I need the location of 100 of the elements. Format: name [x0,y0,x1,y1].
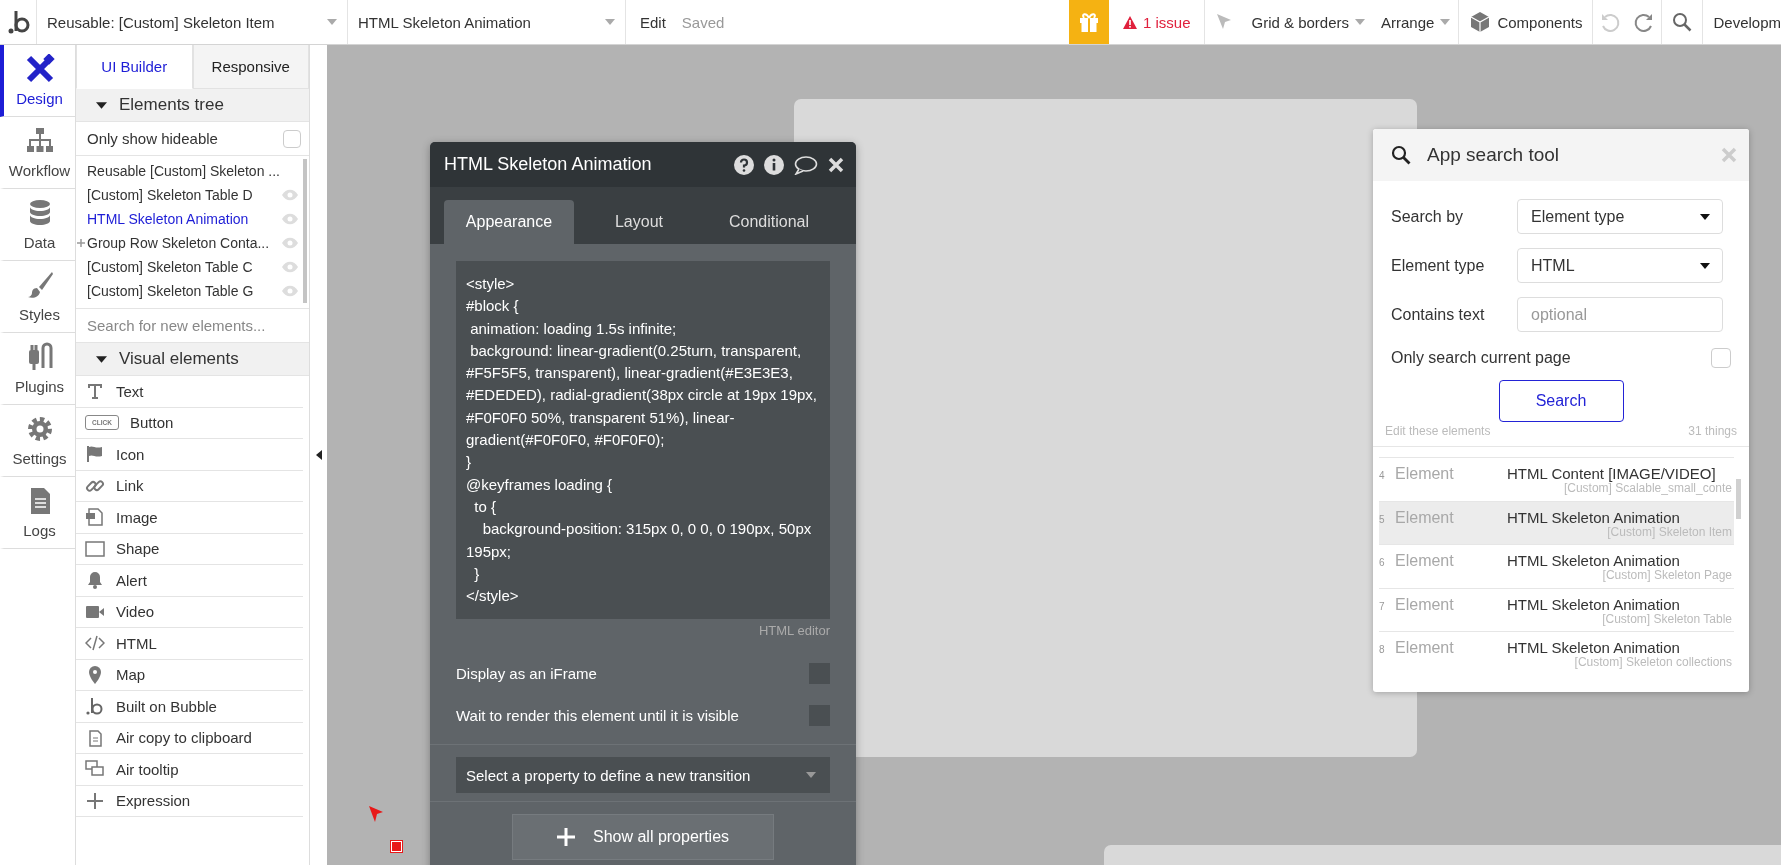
results-count: 31 things [1688,424,1737,438]
element-item[interactable]: Link [76,470,303,502]
components-button[interactable]: Components [1458,0,1593,44]
transition-dropdown[interactable]: Select a property to define a new transition [456,757,830,794]
element-item[interactable]: Air tooltip [76,754,303,786]
result-row[interactable]: 4 Element HTML Content [IMAGE/VIDEO] [Custom] Scalable_small_conte [1379,457,1734,501]
issues-link[interactable]: 1 issue [1108,0,1205,44]
element-item[interactable]: Image [76,502,303,534]
saved-status: Saved [681,13,725,31]
section-header: Elements tree [119,95,224,115]
result-row[interactable]: 6 Element HTML Skeleton Animation [Custom] Skeleton Page [1379,544,1734,588]
field-label: Element type [1391,256,1486,275]
caret-icon [1440,19,1451,25]
result-type: Element [1395,595,1455,614]
eye-icon [281,285,299,297]
logo-icon [85,696,105,717]
result-row[interactable]: 7 Element HTML Skeleton Animation [Custom] Skeleton Table [1379,587,1734,631]
page-dropdown[interactable]: Reusable: [Custom] Skeleton Item [36,0,348,44]
results-label: Edit these elements [1385,424,1491,438]
caret-icon [96,355,107,363]
info-icon [764,154,784,175]
nav-tab[interactable]: Settings [0,405,75,477]
nav-tab[interactable]: Workflow [0,117,75,189]
collapse-handle[interactable] [310,45,327,865]
tree-item[interactable]: Reusable [Custom] Skeleton ... [87,163,280,179]
result-parent: [Custom] Skeleton Table [1601,612,1733,625]
select-field[interactable]: Element type [1517,199,1723,234]
nav-tab[interactable]: Logs [0,477,75,549]
close-icon [828,156,844,173]
eye-icon [281,189,299,201]
help-icon [734,154,754,175]
text-icon [85,381,105,402]
element-dropdown[interactable]: HTML Skeleton Animation [348,0,626,44]
element-item[interactable]: Air copy to clipboard [76,722,303,754]
selection-marker [391,841,402,852]
panel-tab[interactable]: Layout [574,200,704,244]
row-number: 4 [1379,469,1386,481]
result-parent: [Custom] Skeleton Page [1601,569,1733,581]
nav-tab[interactable]: Styles [0,261,75,333]
tree-item[interactable]: HTML Skeleton Animation [87,211,249,227]
option-label: Display as an iFrame [456,664,597,682]
element-item[interactable]: Map [76,659,303,691]
edit-menu[interactable]: Edit [640,13,666,31]
nav-tab[interactable]: Plugins [0,333,75,405]
scrollbar[interactable] [1736,479,1741,519]
result-type: Element [1395,639,1455,657]
search-button[interactable]: Search [1498,380,1624,422]
element-item[interactable]: Shape [76,533,303,565]
option-label: Only show hideable [87,130,218,147]
row-number: 8 [1379,643,1386,655]
search-icon [1672,12,1693,32]
caret-icon [1700,262,1710,269]
search-icon [1391,145,1411,165]
show-all-button[interactable]: Show all properties [512,814,774,861]
code-editor[interactable]: <style> #block { animation: loading 1.5s infinite; background: linear-gradient(0.25turn, transparent, #F5F5F5, transparent), linear-gradient(#E3E3E3, #EDEDED), radial-gradient(38px circle at 19px 19px, #F0F0F0 50%, transparent 51%), linear-gradient(#F0F0F0, #F0F0F0); } @keyframes loading { to { background-position: 315px 0, 0 0, 0 190px, 50px 195px; } </style> [456,261,830,620]
result-type: Element [1395,508,1455,527]
element-item[interactable]: HTML [76,628,303,660]
plus-icon [85,790,105,811]
checkbox[interactable] [283,129,301,148]
builder-tab[interactable]: Responsive [192,45,309,89]
close-icon [1721,147,1737,163]
scrollbar[interactable] [303,159,307,303]
row-number: 7 [1379,599,1386,612]
gift-icon [1077,11,1100,33]
element-item[interactable]: Text [76,376,303,408]
environment-menu[interactable]: Developm [1713,13,1781,31]
tree-item[interactable]: [Custom] Skeleton Table G [87,283,254,299]
editor-label: HTML editor [758,623,830,639]
panel-title: HTML Skeleton Animation [444,154,652,175]
element-item[interactable]: Built on Bubble [76,691,303,723]
field-label: Search by [1391,207,1465,226]
tree-item[interactable]: [Custom] Skeleton Table C [87,259,253,275]
element-item[interactable]: Alert [76,565,303,597]
flag-icon [85,444,105,465]
panel-tab[interactable]: Conditional [704,200,834,244]
element-item[interactable]: Video [76,596,303,628]
result-name: HTML Skeleton Animation [1507,595,1681,613]
gift-button[interactable] [1068,0,1109,44]
element-item[interactable]: Icon [76,439,303,471]
result-name: HTML Content [IMAGE/VIDEO] [1507,465,1716,482]
nav-tab[interactable]: Data [0,189,75,261]
result-name: HTML Skeleton Animation [1507,552,1681,569]
grid-borders-menu[interactable]: Grid & borders [1243,0,1374,44]
result-parent: [Custom] Scalable_small_conte [1562,482,1733,494]
eye-icon [281,261,299,273]
warning-icon [1122,15,1137,29]
option-label: Wait to render this element until it is visible [456,706,739,724]
element-item[interactable]: Expression [76,785,303,817]
checkbox[interactable] [1711,348,1731,368]
panel-tab[interactable]: Appearance [444,200,574,244]
caret-icon [1700,213,1710,220]
builder-tab[interactable]: UI Builder [76,45,193,89]
arrange-menu[interactable]: Arrange [1373,0,1459,44]
row-number: 5 [1379,512,1386,525]
result-row[interactable]: 8 Element HTML Skeleton Animation [Custom] Skeleton collections [1379,631,1734,675]
tree-item[interactable]: [Custom] Skeleton Table D [87,187,253,203]
select-field[interactable]: HTML [1517,248,1723,283]
caret-icon [327,19,337,25]
bell-icon [85,570,105,591]
tree-item[interactable]: Group Row Skeleton Conta... [87,235,270,251]
